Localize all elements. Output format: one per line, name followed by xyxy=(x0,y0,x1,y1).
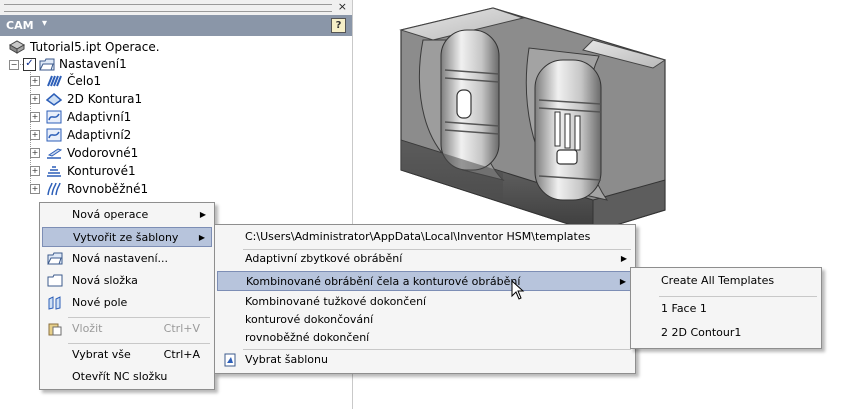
menu-item-label: 2 2D Contour1 xyxy=(661,326,742,339)
menu-item-label: Vybrat vše xyxy=(72,348,131,361)
menu-separator xyxy=(68,343,210,344)
submenu-arrow-icon: ▶ xyxy=(198,233,205,242)
menu-item-label: Otevřít NC složku xyxy=(72,370,168,383)
expand-icon[interactable]: + xyxy=(30,130,40,140)
menu-item-label: Vybrat šablonu xyxy=(245,353,328,366)
submenu-arrow-icon: ▶ xyxy=(619,277,626,286)
menu-item-label: Kombinované obrábění čela a konturové ob… xyxy=(246,275,521,288)
menu-item-label: 1 Face 1 xyxy=(661,302,707,315)
contour-op-icon xyxy=(47,166,61,177)
pattern-icon xyxy=(48,296,61,310)
menu-item-new-operation[interactable]: Nová operace ▶ xyxy=(42,205,212,225)
template-file-icon xyxy=(224,353,236,367)
template-submenu: C:\Users\Administrator\AppData\Local\Inv… xyxy=(214,224,636,374)
menu-item-label: konturové dokončování xyxy=(245,313,374,326)
cam-title[interactable]: CAM xyxy=(6,19,34,32)
expand-icon[interactable]: + xyxy=(30,148,40,158)
chevron-down-icon[interactable]: ▾ xyxy=(42,18,47,29)
tree-op-row[interactable]: + Vodorovné1 xyxy=(30,144,230,162)
part-icon xyxy=(8,40,26,54)
contour2d-op-icon xyxy=(46,93,62,106)
op-label: Vodorovné1 xyxy=(67,146,139,160)
help-icon[interactable]: ? xyxy=(331,18,346,33)
menu-item-new-folder[interactable]: Nová složka xyxy=(42,271,212,291)
menu-item-new-pattern[interactable]: Nové pole xyxy=(42,293,212,313)
expand-icon[interactable]: + xyxy=(30,166,40,176)
menu-shortcut: Ctrl+A xyxy=(163,348,200,361)
adaptive-op-icon xyxy=(46,110,62,124)
op-label: Rovnoběžné1 xyxy=(67,182,149,196)
menu-item-label: Nová operace xyxy=(72,208,149,221)
menu-item-label: Vložit xyxy=(72,322,103,335)
setup-checkbox[interactable]: ✓ xyxy=(23,58,36,71)
menu-item-new-setup[interactable]: Nová nastavení... xyxy=(42,249,212,269)
menu-item-open-nc-folder[interactable]: Otevřít NC složku xyxy=(42,367,212,387)
op-label: Čelo1 xyxy=(67,74,102,88)
setup-label: Nastavení1 xyxy=(59,57,127,71)
menu-item-label: Adaptivní zbytkové obrábění xyxy=(245,252,403,265)
open-folder-icon xyxy=(47,252,63,265)
menu-item-label: Vytvořit ze šablony xyxy=(73,231,179,244)
combo-template-submenu: Create All Templates 1 Face 1 2 2D Conto… xyxy=(630,267,822,349)
folder-icon xyxy=(47,274,63,287)
expand-icon[interactable]: + xyxy=(30,112,40,122)
op-label: Konturové1 xyxy=(67,164,136,178)
collapse-icon[interactable]: − xyxy=(9,60,19,70)
menu-item-adaptive-rest[interactable]: Adaptivní zbytkové obrábění ▶ xyxy=(217,249,633,269)
face-op-icon xyxy=(47,75,62,87)
expand-icon[interactable]: + xyxy=(30,184,40,194)
mouse-cursor-icon xyxy=(511,280,525,300)
parallel-op-icon xyxy=(47,182,61,196)
menu-item-create-from-template[interactable]: Vytvořit ze šablony ▶ xyxy=(42,227,212,247)
op-label: 2D Kontura1 xyxy=(67,92,143,106)
paste-icon xyxy=(48,323,62,336)
op-label: Adaptivní2 xyxy=(67,128,132,142)
menu-item-combined-face-contour[interactable]: Kombinované obrábění čela a konturové ob… xyxy=(217,271,633,291)
menu-item-parallel-finish[interactable]: rovnoběžné dokončení xyxy=(217,329,633,347)
cam-header[interactable]: CAM ▾ ? xyxy=(0,15,352,36)
menu-item-label: Nová složka xyxy=(72,274,138,287)
menu-item-create-all-templates[interactable]: Create All Templates xyxy=(633,271,819,291)
grip-lines xyxy=(4,4,332,12)
setup-folder-icon xyxy=(39,58,55,71)
tree-op-row[interactable]: + Rovnoběžné1 xyxy=(30,180,230,198)
menu-item-select-all[interactable]: Vybrat vše Ctrl+A xyxy=(42,345,212,365)
menu-item-label: C:\Users\Administrator\AppData\Local\Inv… xyxy=(245,230,591,243)
context-menu: Nová operace ▶ Vytvořit ze šablony ▶ Nov… xyxy=(39,202,215,390)
menu-item-paste[interactable]: Vložit Ctrl+V xyxy=(42,319,212,339)
expand-icon[interactable]: + xyxy=(30,94,40,104)
menu-item-label: Nová nastavení... xyxy=(72,252,168,265)
submenu-arrow-icon: ▶ xyxy=(199,210,206,219)
menu-item-label: Create All Templates xyxy=(661,274,775,287)
menu-item-label: Nové pole xyxy=(72,296,128,309)
tree-op-row[interactable]: + Čelo1 xyxy=(30,72,230,90)
menu-item-face-1[interactable]: 1 Face 1 xyxy=(633,299,819,319)
tree-setup-row[interactable]: − ✓ Nastavení1 xyxy=(8,56,208,72)
menu-item-browse-template[interactable]: Vybrat šablonu xyxy=(217,350,633,370)
tree-op-row[interactable]: + Adaptivní1 xyxy=(30,108,230,126)
submenu-arrow-icon: ▶ xyxy=(620,254,627,263)
menu-shortcut: Ctrl+V xyxy=(163,322,200,335)
close-icon[interactable]: × xyxy=(338,0,347,13)
menu-item-label: Kombinované tužkové dokončení xyxy=(245,295,427,308)
tree-op-row[interactable]: + 2D Kontura1 xyxy=(30,90,230,108)
op-label: Adaptivní1 xyxy=(67,110,132,124)
menu-item-template-path[interactable]: C:\Users\Administrator\AppData\Local\Inv… xyxy=(217,227,633,247)
menu-item-combined-pencil[interactable]: Kombinované tužkové dokončení xyxy=(217,293,633,311)
tree-root-label: Tutorial5.ipt Operace. xyxy=(30,40,160,54)
tree-op-row[interactable]: + Konturové1 xyxy=(30,162,230,180)
horizontal-op-icon xyxy=(47,148,62,159)
menu-item-contour-finish[interactable]: konturové dokončování xyxy=(217,311,633,329)
menu-item-2d-contour-1[interactable]: 2 2D Contour1 xyxy=(633,323,819,343)
tree-op-row[interactable]: + Adaptivní2 xyxy=(30,126,230,144)
expand-icon[interactable]: + xyxy=(30,76,40,86)
adaptive-op-icon xyxy=(46,128,62,142)
menu-item-label: rovnoběžné dokončení xyxy=(245,331,370,344)
menu-separator xyxy=(68,317,210,318)
panel-grip[interactable]: × xyxy=(0,0,352,15)
menu-separator xyxy=(659,296,817,297)
